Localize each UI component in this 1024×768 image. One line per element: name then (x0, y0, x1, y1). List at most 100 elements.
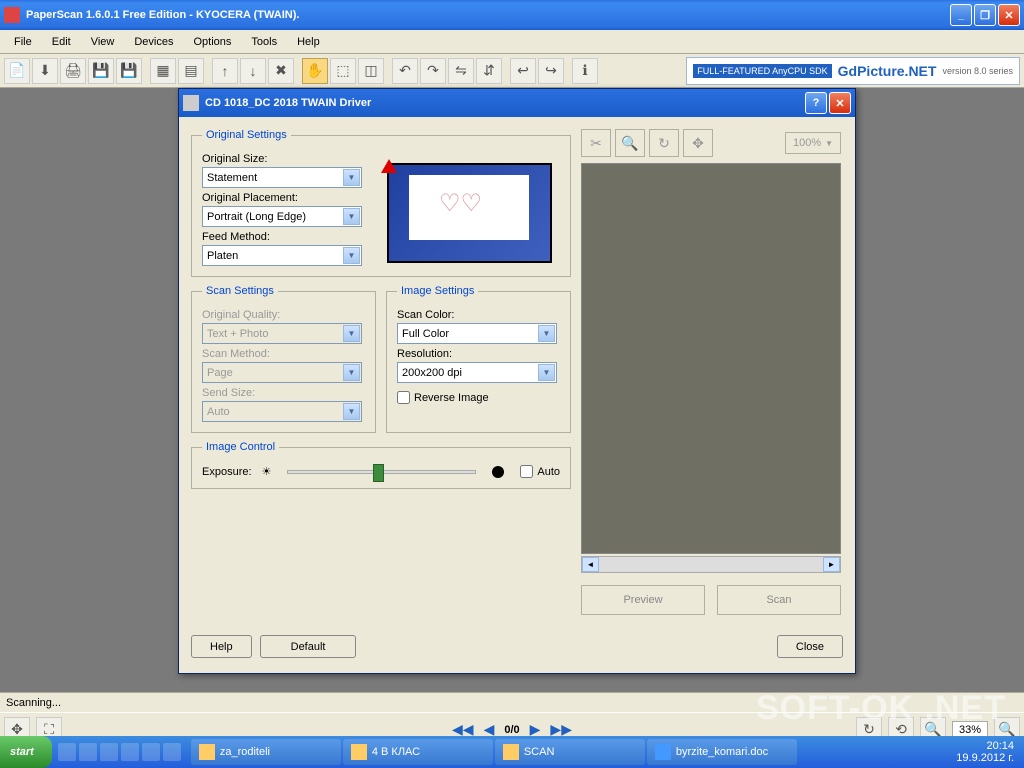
ps-icon[interactable] (142, 743, 160, 761)
exposure-auto-label: Auto (537, 466, 560, 478)
dialog-titlebar: CD 1018_DC 2018 TWAIN Driver ? ✕ (179, 89, 855, 117)
redo-icon[interactable]: ↪ (538, 58, 564, 84)
reverse-image-checkbox[interactable] (397, 391, 410, 404)
zoom-tool-icon[interactable]: 🔍 (615, 129, 645, 157)
close-button[interactable]: ✕ (998, 4, 1020, 26)
chevron-down-icon: ▼ (343, 325, 360, 342)
scan-color-select[interactable]: Full Color▼ (397, 323, 557, 344)
ie-icon[interactable] (58, 743, 76, 761)
statusbar: Scanning... (0, 692, 1024, 712)
task-item[interactable]: byrzite_komari.doc (647, 739, 797, 765)
menu-edit[interactable]: Edit (42, 32, 81, 52)
feed-method-select[interactable]: Platen▼ (202, 245, 362, 266)
start-button[interactable]: start (0, 736, 52, 768)
maximize-button[interactable]: ❐ (974, 4, 996, 26)
fit-tool-icon[interactable]: ✥ (683, 129, 713, 157)
taskbar: start za_roditeli 4 В КЛАС SCAN byrzite_… (0, 736, 1024, 768)
minimize-button[interactable]: _ (950, 4, 972, 26)
dialog-close-button[interactable]: ✕ (829, 92, 851, 114)
scroll-right-icon[interactable]: ► (823, 557, 840, 572)
rotate-left-icon[interactable]: ↶ (392, 58, 418, 84)
select-icon[interactable]: ⬚ (330, 58, 356, 84)
ad-tag: FULL-FEATURED AnyCPU SDK (693, 64, 831, 78)
explorer-icon[interactable] (79, 743, 97, 761)
dialog-help-button[interactable]: ? (805, 92, 827, 114)
app-titlebar: PaperScan 1.6.0.1 Free Edition - KYOCERA… (0, 0, 1024, 30)
scan-button[interactable]: Scan (717, 585, 841, 615)
original-quality-select: Text + Photo▼ (202, 323, 362, 344)
task-item[interactable]: SCAN (495, 739, 645, 765)
exposure-auto-checkbox[interactable] (520, 465, 533, 478)
image-control-legend: Image Control (202, 441, 279, 453)
app-icon (4, 7, 20, 23)
hand-icon[interactable]: ✋ (302, 58, 328, 84)
original-size-select[interactable]: Statement▼ (202, 167, 362, 188)
menu-devices[interactable]: Devices (124, 32, 183, 52)
new-icon[interactable]: 📄 (4, 58, 30, 84)
flip-v-icon[interactable]: ⇵ (476, 58, 502, 84)
preview-scrollbar[interactable]: ◄ ► (581, 556, 841, 573)
scan-settings-group: Scan Settings Original Quality: Text + P… (191, 285, 376, 433)
grid-icon[interactable]: ▦ (150, 58, 176, 84)
crop-tool-icon[interactable]: ✂ (581, 129, 611, 157)
image-control-group: Image Control Exposure: ☀ Auto (191, 441, 571, 489)
save-pdf-icon[interactable]: 💾 (116, 58, 142, 84)
flip-h-icon[interactable]: ⇋ (448, 58, 474, 84)
quick-launch (52, 743, 187, 761)
menubar: File Edit View Devices Options Tools Hel… (0, 30, 1024, 54)
menu-tools[interactable]: Tools (241, 32, 287, 52)
delete-icon[interactable]: ✖ (268, 58, 294, 84)
print-icon[interactable]: 🖨 (60, 58, 86, 84)
main-toolbar: 📄 ⬇ 🖨 💾 💾 ▦ ▤ ↑ ↓ ✖ ✋ ⬚ ◫ ↶ ↷ ⇋ ⇵ ↩ ↪ ℹ … (0, 54, 1024, 88)
menu-options[interactable]: Options (183, 32, 241, 52)
rotate-tool-icon[interactable]: ↻ (649, 129, 679, 157)
chevron-down-icon: ▼ (343, 364, 360, 381)
zoom-select[interactable]: 100% ▼ (785, 132, 841, 154)
original-settings-legend: Original Settings (202, 129, 291, 141)
ff-icon[interactable] (121, 743, 139, 761)
system-tray[interactable]: 20:14 19.9.2012 г. (946, 740, 1024, 764)
resolution-select[interactable]: 200x200 dpi▼ (397, 362, 557, 383)
scan-method-label: Scan Method: (202, 348, 365, 360)
image-settings-group: Image Settings Scan Color: Full Color▼ R… (386, 285, 571, 433)
folder-icon (199, 744, 215, 760)
chevron-down-icon: ▼ (343, 403, 360, 420)
menu-file[interactable]: File (4, 32, 42, 52)
original-settings-group: Original Settings Original Size: Stateme… (191, 129, 571, 277)
menu-view[interactable]: View (81, 32, 125, 52)
info-icon[interactable]: ℹ (572, 58, 598, 84)
exposure-slider[interactable] (287, 470, 476, 474)
sun-icon: ☀ (262, 465, 272, 478)
save-icon[interactable]: 💾 (88, 58, 114, 84)
default-button[interactable]: Default (260, 635, 357, 658)
media-icon[interactable] (100, 743, 118, 761)
undo-icon[interactable]: ↩ (510, 58, 536, 84)
list-icon[interactable]: ▤ (178, 58, 204, 84)
workspace: CD 1018_DC 2018 TWAIN Driver ? ✕ Origina… (0, 88, 1024, 692)
task-item[interactable]: 4 В КЛАС (343, 739, 493, 765)
crop-icon[interactable]: ◫ (358, 58, 384, 84)
down-icon[interactable]: ↓ (240, 58, 266, 84)
rotate-right-icon[interactable]: ↷ (420, 58, 446, 84)
chevron-down-icon: ▼ (538, 325, 555, 342)
ad-banner[interactable]: FULL-FEATURED AnyCPU SDK GdPicture.NET v… (686, 57, 1020, 85)
menu-help[interactable]: Help (287, 32, 330, 52)
original-placement-select[interactable]: Portrait (Long Edge)▼ (202, 206, 362, 227)
app-icon[interactable] (163, 743, 181, 761)
preview-button[interactable]: Preview (581, 585, 705, 615)
image-settings-legend: Image Settings (397, 285, 478, 297)
placement-preview-image (387, 163, 552, 263)
help-button[interactable]: Help (191, 635, 252, 658)
resolution-label: Resolution: (397, 348, 560, 360)
scroll-left-icon[interactable]: ◄ (582, 557, 599, 572)
close-dialog-button[interactable]: Close (777, 635, 843, 658)
chevron-down-icon: ▼ (538, 364, 555, 381)
dialog-icon (183, 95, 199, 111)
status-text: Scanning... (6, 697, 61, 709)
word-icon (655, 744, 671, 760)
task-item[interactable]: za_roditeli (191, 739, 341, 765)
acquire-icon[interactable]: ⬇ (32, 58, 58, 84)
up-icon[interactable]: ↑ (212, 58, 238, 84)
preview-pane (581, 163, 841, 554)
tray-time: 20:14 (956, 740, 1014, 752)
